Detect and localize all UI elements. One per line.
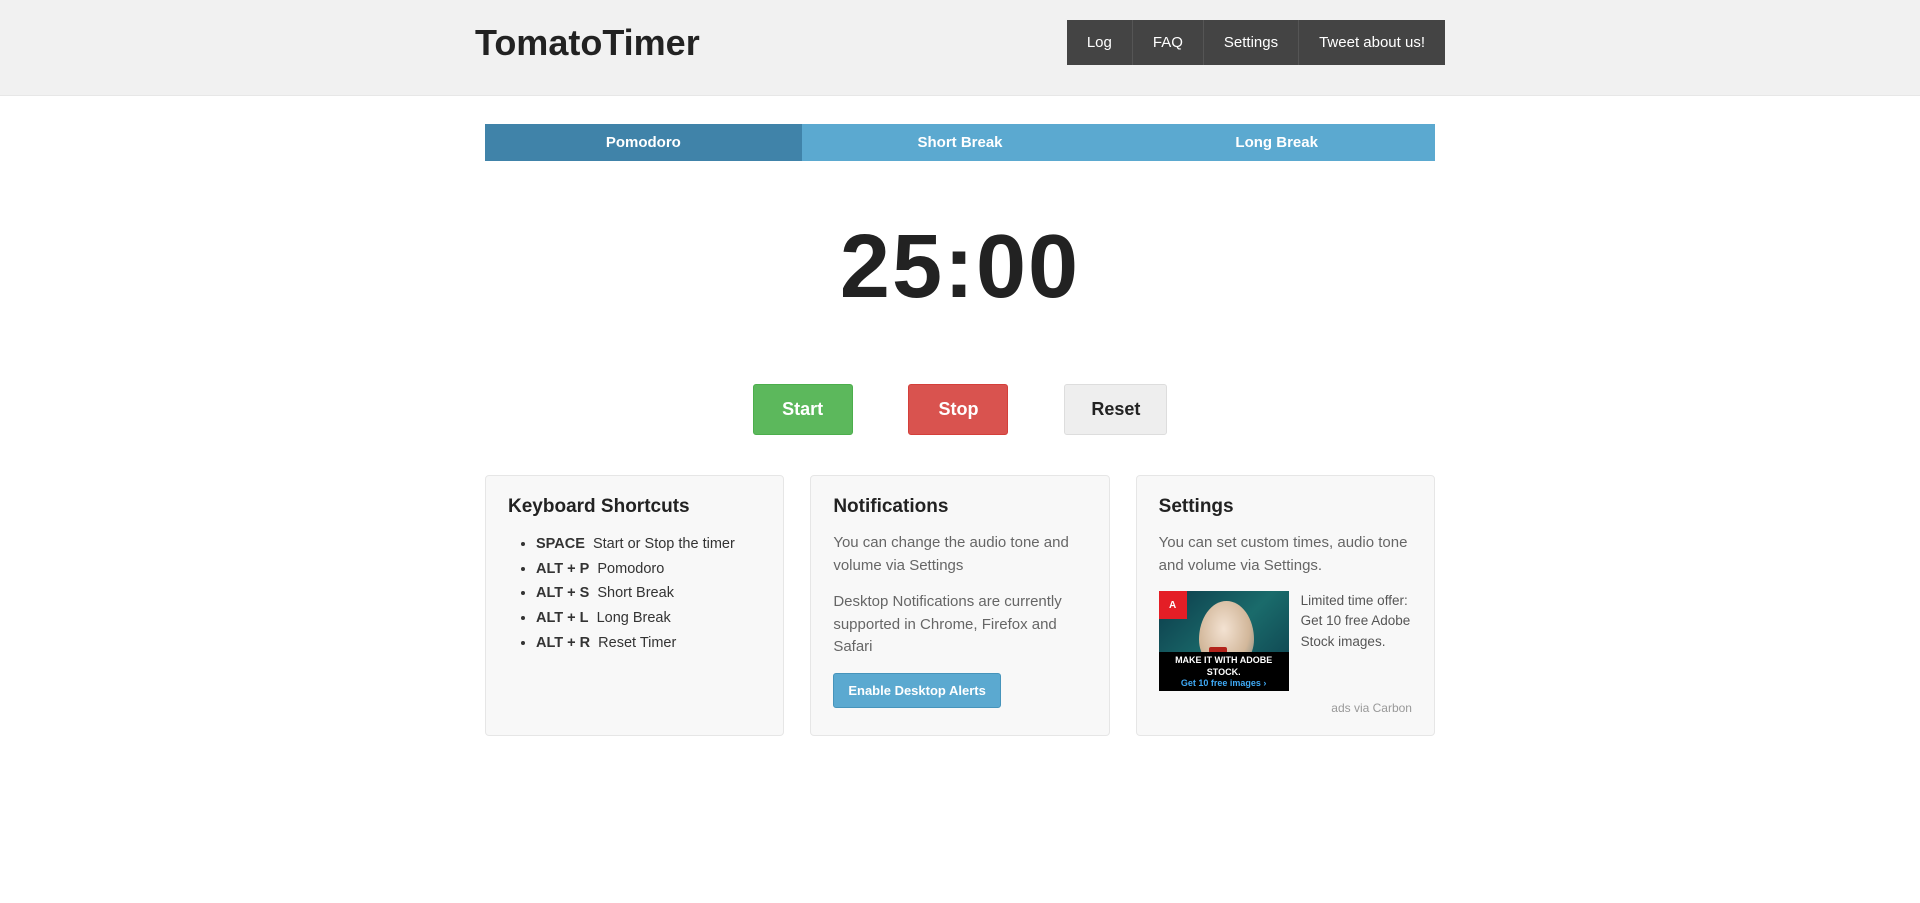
shortcut-key: ALT + L — [536, 610, 589, 626]
ad-text: Limited time offer: Get 10 free Adobe St… — [1301, 591, 1412, 652]
list-item: ALT + L Long Break — [536, 606, 761, 631]
ad-strip-line1: MAKE IT WITH ADOBE STOCK. — [1161, 655, 1287, 678]
ad-strip: MAKE IT WITH ADOBE STOCK. Get 10 free im… — [1159, 652, 1289, 691]
shortcut-desc: Long Break — [597, 610, 671, 626]
list-item: SPACE Start or Stop the timer — [536, 532, 761, 557]
carbon-ad[interactable]: A St MAKE IT WITH ADOBE STOCK. Get 10 fr… — [1159, 591, 1412, 691]
shortcut-key: ALT + P — [536, 561, 589, 577]
panel-settings-title: Settings — [1159, 496, 1412, 518]
header-bar: TomatoTimer Log FAQ Settings Tweet about… — [0, 0, 1920, 96]
settings-text: You can set custom times, audio tone and… — [1159, 532, 1412, 577]
list-item: ALT + S Short Break — [536, 581, 761, 606]
nav-settings[interactable]: Settings — [1204, 20, 1299, 65]
list-item: ALT + P Pomodoro — [536, 557, 761, 582]
shortcut-desc: Pomodoro — [597, 561, 664, 577]
ad-image: A St MAKE IT WITH ADOBE STOCK. Get 10 fr… — [1159, 591, 1289, 691]
panel-notifications: Notifications You can change the audio t… — [810, 475, 1109, 736]
shortcut-desc: Short Break — [597, 585, 674, 601]
ad-strip-line2: Get 10 free images › — [1161, 678, 1287, 689]
controls-row: Start Stop Reset — [485, 384, 1435, 435]
notifications-text-1: You can change the audio tone and volume… — [833, 532, 1086, 577]
panel-notifications-title: Notifications — [833, 496, 1086, 518]
nav-tweet[interactable]: Tweet about us! — [1299, 20, 1445, 65]
app-title: TomatoTimer — [475, 22, 700, 64]
tab-long-break[interactable]: Long Break — [1118, 124, 1435, 161]
shortcut-desc: Reset Timer — [598, 635, 676, 651]
nav-faq[interactable]: FAQ — [1133, 20, 1204, 65]
tab-short-break[interactable]: Short Break — [802, 124, 1119, 161]
timer-display: 25:00 — [485, 216, 1435, 319]
mode-tabs: Pomodoro Short Break Long Break — [485, 124, 1435, 161]
top-nav: Log FAQ Settings Tweet about us! — [1067, 20, 1445, 65]
adobe-logo-icon: A — [1159, 591, 1187, 619]
notifications-text-2: Desktop Notifications are currently supp… — [833, 591, 1086, 659]
ads-via-carbon[interactable]: ads via Carbon — [1159, 701, 1412, 715]
shortcut-key: SPACE — [536, 536, 585, 552]
list-item: ALT + R Reset Timer — [536, 631, 761, 656]
stop-button[interactable]: Stop — [908, 384, 1008, 435]
tab-pomodoro[interactable]: Pomodoro — [485, 124, 802, 161]
shortcut-list: SPACE Start or Stop the timer ALT + P Po… — [508, 532, 761, 655]
enable-desktop-alerts-button[interactable]: Enable Desktop Alerts — [833, 673, 1001, 708]
shortcut-key: ALT + S — [536, 585, 589, 601]
reset-button[interactable]: Reset — [1064, 384, 1167, 435]
start-button[interactable]: Start — [753, 384, 853, 435]
panel-settings: Settings You can set custom times, audio… — [1136, 475, 1435, 736]
panel-keyboard-shortcuts: Keyboard Shortcuts SPACE Start or Stop t… — [485, 475, 784, 736]
shortcut-key: ALT + R — [536, 635, 590, 651]
panel-shortcuts-title: Keyboard Shortcuts — [508, 496, 761, 518]
nav-log[interactable]: Log — [1067, 20, 1133, 65]
shortcut-desc: Start or Stop the timer — [593, 536, 735, 552]
